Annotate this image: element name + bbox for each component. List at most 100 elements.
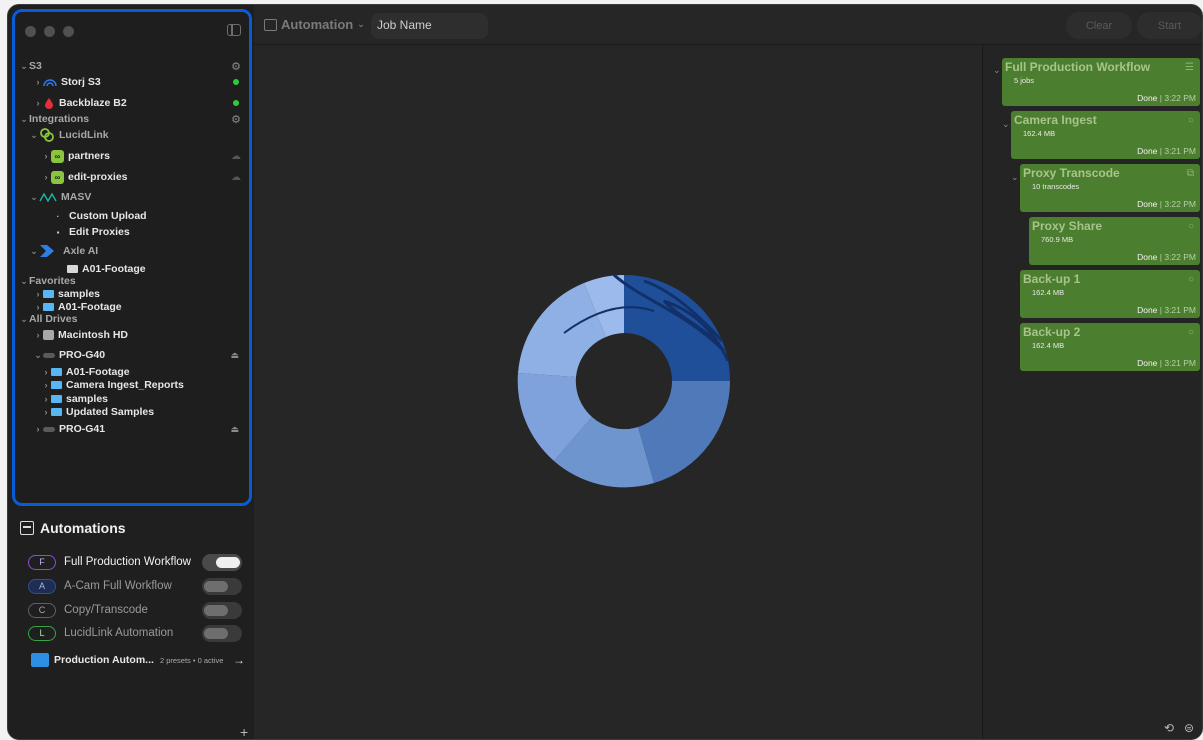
folder-icon xyxy=(43,290,54,298)
chevron-down-icon: ⌄ xyxy=(20,275,28,286)
bullet-icon: ▪ xyxy=(56,227,60,237)
source-browser: ⌄ S3 ⚙ › Storj S3 › Backblaze B2 ⌄ Integ… xyxy=(12,9,252,506)
folder-icon xyxy=(43,303,54,311)
toolbar: Automation ⌄ Job Name Clear Start xyxy=(254,5,1202,45)
cloud-offline-icon: ☁ xyxy=(231,150,241,162)
drive-folder-updated-samples[interactable]: › Updated Samples xyxy=(15,404,249,420)
chevron-down-icon[interactable]: ⌄ xyxy=(1011,172,1019,183)
chevron-right-icon: › xyxy=(36,424,40,434)
online-status-icon xyxy=(233,79,239,85)
chevron-right-icon: › xyxy=(44,367,48,377)
external-drive-icon xyxy=(43,352,55,358)
drive-macintosh-hd[interactable]: › Macintosh HD xyxy=(15,327,249,343)
automation-toggle[interactable] xyxy=(202,624,242,642)
transcode-icon: ⧉ xyxy=(1186,168,1194,179)
automation-toggle[interactable] xyxy=(202,553,242,571)
external-drive-icon xyxy=(43,426,55,432)
chevron-down-icon: ⌄ xyxy=(30,245,38,256)
chevron-down-icon: ⌄ xyxy=(20,60,28,71)
chevron-down-icon: ⌄ xyxy=(30,191,38,202)
automation-icon: ☰ xyxy=(1185,62,1194,73)
lucidlink-logo-icon xyxy=(40,128,54,142)
preset-folder-row[interactable]: Production Autom... 2 presets • 0 active… xyxy=(31,653,245,667)
chevron-right-icon: › xyxy=(36,98,40,108)
lucidlink-item-edit-proxies[interactable]: › ∞ edit-proxies ☁ xyxy=(15,169,249,185)
gear-icon[interactable]: ⚙ xyxy=(231,60,241,73)
circle-icon: ○ xyxy=(1187,327,1194,338)
window-controls xyxy=(25,26,74,37)
circle-icon: ○ xyxy=(1187,274,1194,285)
job-name-field[interactable]: Job Name xyxy=(371,13,488,39)
history-icon[interactable]: ⟲ xyxy=(1164,721,1174,735)
clear-button[interactable]: Clear xyxy=(1066,12,1132,39)
masv-logo-icon xyxy=(39,192,57,202)
circle-icon: ○ xyxy=(1187,115,1194,126)
automation-badge: C xyxy=(28,602,56,618)
drive-pro-g41[interactable]: › PRO-G41 ⏏ xyxy=(15,421,249,437)
sidebar-toggle-icon[interactable] xyxy=(227,24,241,36)
automation-dropdown[interactable]: Automation ⌄ xyxy=(264,17,365,32)
source-item-storj[interactable]: › Storj S3 xyxy=(15,74,249,90)
hard-drive-icon xyxy=(43,330,54,340)
automation-icon xyxy=(264,18,277,31)
lucidlink-item-partners[interactable]: › ∞ partners ☁ xyxy=(15,148,249,164)
close-window-button[interactable] xyxy=(25,26,36,37)
circle-icon: ○ xyxy=(1187,221,1194,232)
loading-swirl-logo xyxy=(517,273,731,488)
drive-pro-g40[interactable]: ⌄ PRO-G40 ⏏ xyxy=(15,347,249,363)
chevron-right-icon: › xyxy=(36,330,40,340)
chevron-right-icon: › xyxy=(36,77,40,87)
automation-toggle[interactable] xyxy=(202,577,242,595)
start-button[interactable]: Start xyxy=(1137,12,1202,39)
job-card[interactable]: Proxy Share ○ 760.9 MB Done | 3:22 PM xyxy=(1029,217,1200,265)
source-item-backblaze[interactable]: › Backblaze B2 xyxy=(15,95,249,111)
chevron-right-icon: › xyxy=(36,289,40,299)
chevron-down-icon: ⌄ xyxy=(357,19,365,29)
chevron-down-icon[interactable]: ⌄ xyxy=(993,65,1001,76)
chevron-down-icon: ⌄ xyxy=(20,313,28,324)
lucidlink-volume-icon: ∞ xyxy=(51,170,64,184)
backblaze-logo-icon xyxy=(45,98,53,109)
eject-icon[interactable]: ⏏ xyxy=(230,350,239,361)
minimize-window-button[interactable] xyxy=(44,26,55,37)
integration-lucidlink[interactable]: ⌄ LucidLink xyxy=(15,127,249,143)
automations-panel: Automations F Full Production Workflow A… xyxy=(8,510,254,739)
job-card[interactable]: Proxy Transcode ⧉ 10 transcodes Done | 3… xyxy=(1020,164,1200,212)
masv-item-custom-upload[interactable]: · Custom Upload xyxy=(15,208,249,224)
automation-toggle[interactable] xyxy=(202,601,242,619)
job-card[interactable]: Full Production Workflow ☰ 5 jobs Done |… xyxy=(1002,58,1200,106)
eject-icon[interactable]: ⏏ xyxy=(230,424,239,435)
chevron-right-icon: › xyxy=(44,380,48,390)
automation-icon xyxy=(20,521,34,535)
masv-item-edit-proxies[interactable]: ▪ Edit Proxies xyxy=(15,224,249,240)
panel-footer: ⟲ ⊜ xyxy=(1164,721,1194,735)
zoom-window-button[interactable] xyxy=(63,26,74,37)
sidebar: ⌄ S3 ⚙ › Storj S3 › Backblaze B2 ⌄ Integ… xyxy=(8,5,254,739)
automation-item[interactable]: C Copy/Transcode xyxy=(28,601,242,619)
job-card[interactable]: Back-up 2 ○ 162.4 MB Done | 3:21 PM xyxy=(1020,323,1200,371)
automations-header: Automations xyxy=(20,520,126,536)
workflow-canvas xyxy=(254,45,982,739)
automation-item[interactable]: L LucidLink Automation xyxy=(28,624,242,642)
folder-icon xyxy=(31,653,49,667)
gear-icon[interactable]: ⚙ xyxy=(231,113,241,126)
job-card[interactable]: Camera Ingest ○ 162.4 MB Done | 3:21 PM xyxy=(1011,111,1200,159)
cloud-offline-icon: ☁ xyxy=(231,171,241,183)
section-s3[interactable]: ⌄ S3 ⚙ xyxy=(15,58,249,74)
automation-item[interactable]: A A-Cam Full Workflow xyxy=(28,577,242,595)
automation-badge: L xyxy=(28,625,56,641)
chevron-down-icon[interactable]: ⌄ xyxy=(1002,119,1010,130)
integration-masv[interactable]: ⌄ MASV xyxy=(15,189,249,205)
filter-icon[interactable]: ⊜ xyxy=(1184,721,1194,735)
integration-axle[interactable]: ⌄ Axle AI xyxy=(15,243,249,259)
job-card[interactable]: Back-up 1 ○ 162.4 MB Done | 3:21 PM xyxy=(1020,270,1200,318)
section-all-drives[interactable]: ⌄ All Drives xyxy=(15,311,249,327)
automation-item[interactable]: F Full Production Workflow xyxy=(28,553,242,571)
add-automation-button[interactable]: + xyxy=(240,724,248,739)
chevron-right-icon: › xyxy=(44,172,48,182)
arrow-right-icon[interactable]: → xyxy=(233,653,245,667)
section-integrations[interactable]: ⌄ Integrations ⚙ xyxy=(15,111,249,127)
folder-icon xyxy=(51,395,62,403)
chevron-right-icon: › xyxy=(44,394,48,404)
chevron-down-icon: ⌄ xyxy=(30,129,38,140)
